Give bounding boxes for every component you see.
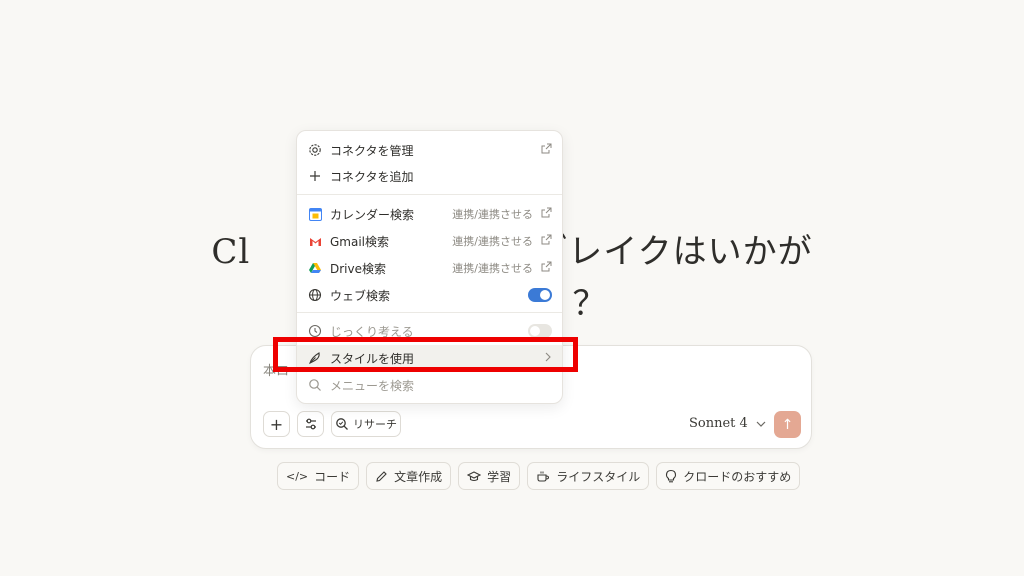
code-icon: </> [286,469,309,483]
google-calendar-icon [307,206,323,222]
send-button[interactable]: ↑ [774,411,801,438]
greeting-part-right: ブレイクはいかが [533,232,813,272]
gear-icon [307,142,323,158]
greeting-question-mark: ？ [572,284,608,324]
coffee-icon [537,471,550,482]
highlight-box [273,337,578,372]
greeting-part-left: Cl [211,232,251,272]
gmail-icon [307,233,323,249]
web-search-toggle[interactable] [528,288,552,302]
menu-search[interactable]: メニューを検索 [297,372,562,398]
settings-sliders-button[interactable] [297,411,324,437]
research-search-icon [336,418,348,430]
chip-label: クロードのおすすめ [683,469,792,484]
add-button[interactable]: + [263,411,290,437]
menu-item-drive-search[interactable]: Drive検索 連携/連携させる [297,255,562,281]
menu-item-calendar-search[interactable]: カレンダー検索 連携/連携させる [297,201,562,227]
connection-status: 連携/連携させる [452,262,533,275]
external-link-icon [541,143,552,157]
research-label: リサーチ [353,418,397,431]
suggestion-chips: </> コード 文章作成 学習 ライフスタイル クロードのおすすめ [277,462,801,490]
chip-learning[interactable]: 学習 [458,462,521,490]
menu-item-gmail-search[interactable]: Gmail検索 連携/連携させる [297,228,562,254]
deep-think-toggle[interactable] [528,324,552,338]
chevron-down-icon [756,421,766,427]
external-link-icon [541,207,552,221]
menu-item-label: コネクタを追加 [330,169,414,184]
model-label: Sonnet 4 [689,416,748,431]
chip-label: ライフスタイル [556,469,641,484]
plus-icon [307,168,323,184]
menu-divider [297,312,562,313]
plus-icon: + [269,414,284,434]
menu-item-manage-connectors[interactable]: コネクタを管理 [297,137,562,163]
sliders-icon [305,418,316,430]
globe-icon [307,287,323,303]
chip-label: 文章作成 [394,469,443,484]
menu-item-label: コネクタを管理 [330,143,414,158]
chip-lifestyle[interactable]: ライフスタイル [527,462,650,490]
menu-item-label: Drive検索 [330,261,386,276]
graduation-cap-icon [467,470,482,481]
lightbulb-icon [666,469,677,483]
chip-label: コード [314,469,351,484]
arrow-up-icon: ↑ [781,416,794,433]
research-button[interactable]: リサーチ [331,411,401,437]
model-selector[interactable]: Sonnet 4 [689,416,766,431]
menu-item-label: カレンダー検索 [330,207,415,222]
menu-search-placeholder: メニューを検索 [330,378,415,393]
connection-status: 連携/連携させる [452,235,533,248]
menu-divider [297,194,562,195]
google-drive-icon [307,260,323,276]
menu-item-web-search[interactable]: ウェブ検索 [297,282,562,308]
menu-item-add-connector[interactable]: コネクタを追加 [297,163,562,189]
external-link-icon [541,261,552,275]
search-icon [307,377,323,393]
chip-claude-picks[interactable]: クロードのおすすめ [656,462,801,490]
menu-item-label: Gmail検索 [330,234,390,249]
connection-status: 連携/連携させる [452,208,533,221]
menu-item-label: ウェブ検索 [330,288,391,303]
chip-label: 学習 [487,469,512,484]
pencil-icon [376,470,387,482]
chip-code[interactable]: </> コード [277,462,360,490]
chip-writing[interactable]: 文章作成 [366,462,452,490]
external-link-icon [541,234,552,248]
